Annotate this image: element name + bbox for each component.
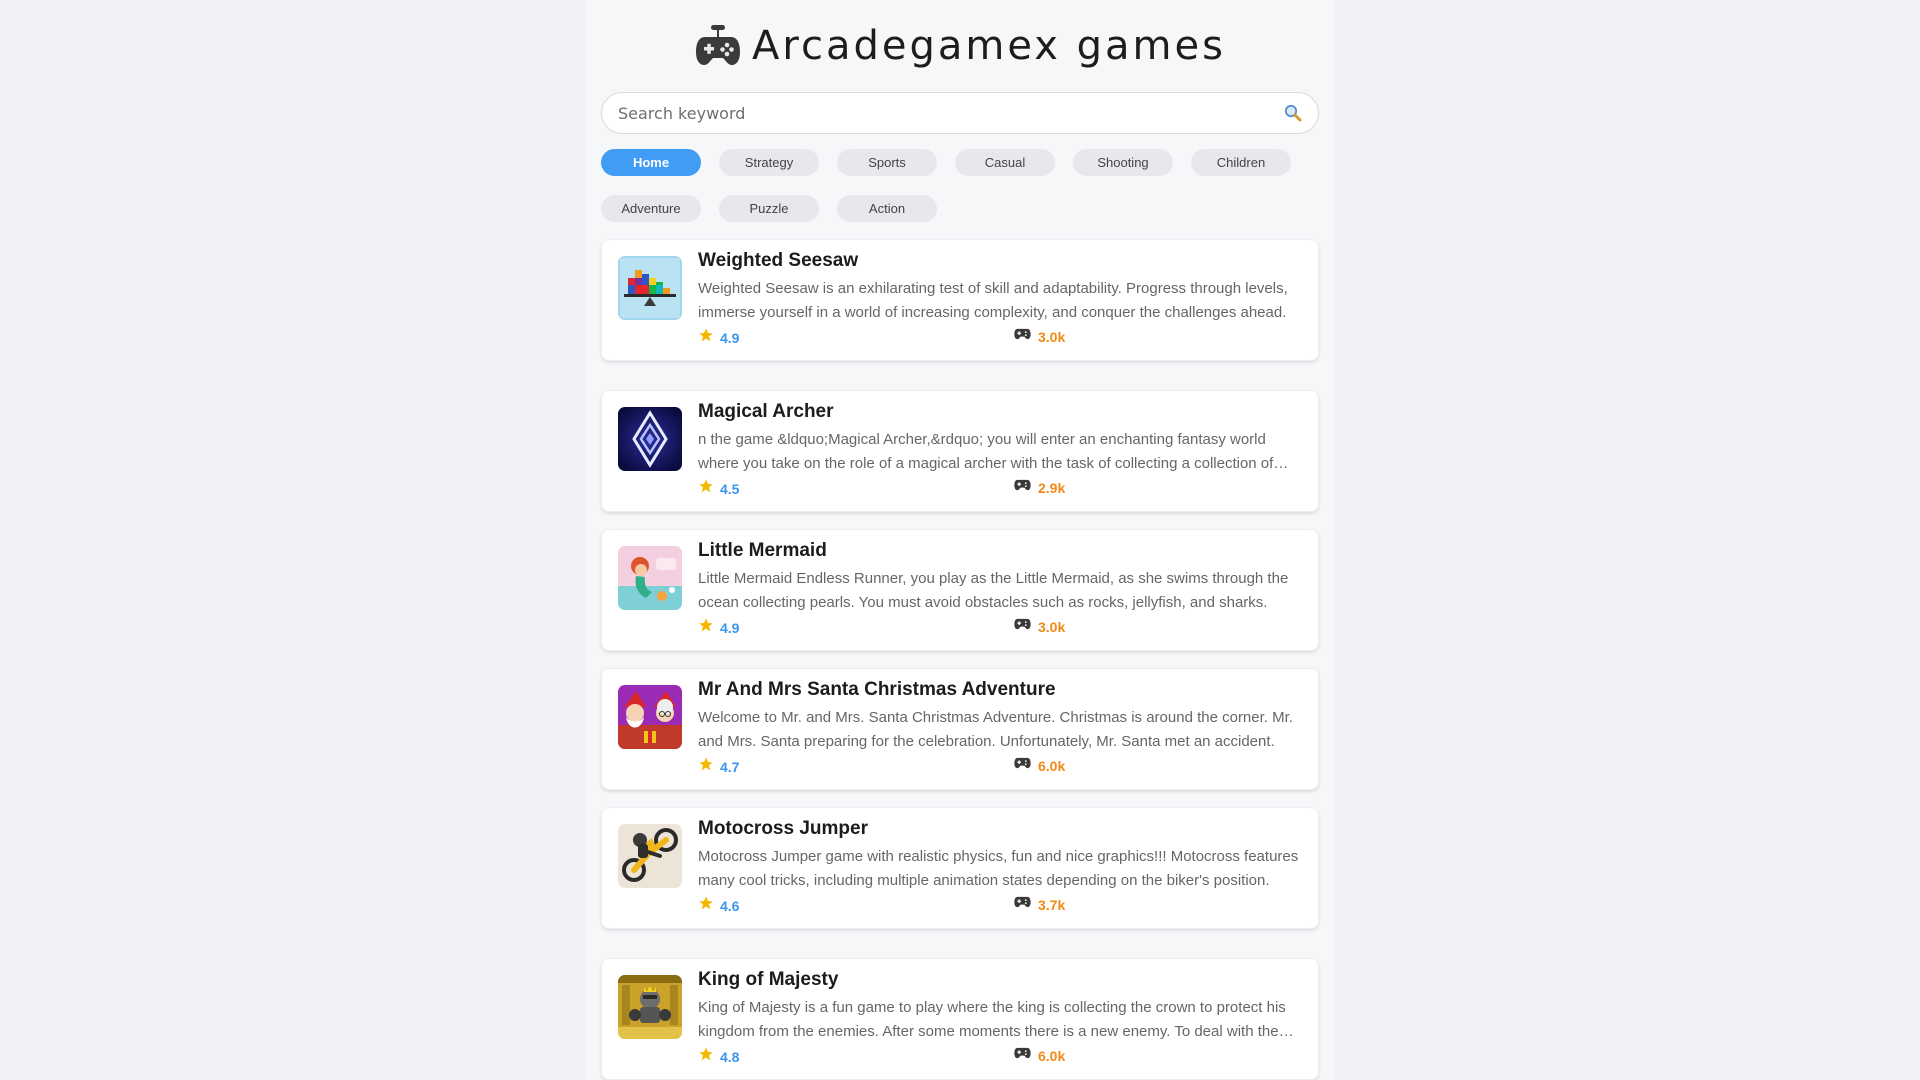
rating-value: 4.9 — [720, 619, 740, 636]
site-title: Arcadegamex games — [752, 23, 1226, 69]
star-icon — [698, 327, 714, 348]
star-icon — [698, 756, 714, 777]
gamepad-icon — [1014, 617, 1031, 636]
tab-shooting[interactable]: Shooting — [1073, 149, 1173, 176]
game-description: King of Majesty is a fun game to play wh… — [698, 999, 1292, 1040]
play-count: 6.0k — [1014, 756, 1065, 775]
star-icon — [698, 895, 714, 916]
gamepad-icon — [1014, 327, 1031, 346]
santa-couple-thumbnail — [618, 685, 682, 749]
rating-value: 4.8 — [720, 1048, 740, 1065]
search-bar — [601, 92, 1319, 134]
game-title[interactable]: Motocross Jumper — [698, 818, 868, 840]
rating: 4.9 — [698, 617, 739, 638]
game-card-motocross-jumper[interactable]: Motocross Jumper Motocross Jumper game w… — [601, 807, 1319, 929]
game-title[interactable]: Little Mermaid — [698, 540, 827, 562]
play-count-value: 3.0k — [1038, 328, 1066, 345]
game-card-weighted-seesaw[interactable]: Weighted Seesaw Weighted Seesaw is an ex… — [601, 239, 1319, 361]
tab-action[interactable]: Action — [837, 195, 937, 222]
game-title[interactable]: Mr And Mrs Santa Christmas Adventure — [698, 679, 1056, 701]
rating: 4.7 — [698, 756, 739, 777]
game-card-magical-archer[interactable]: Magical Archer n the game &ldquo;Magical… — [601, 390, 1319, 512]
play-count-value: 3.7k — [1038, 896, 1066, 913]
page-container: Arcadegamex games Home Strategy Sports C… — [585, 0, 1335, 1080]
game-description: Little Mermaid Endless Runner, you play … — [698, 570, 1289, 611]
motocross-rider-thumbnail — [618, 824, 682, 888]
gamepad-icon — [1014, 756, 1031, 775]
game-title[interactable]: Weighted Seesaw — [698, 250, 858, 272]
mermaid-thumbnail — [618, 546, 682, 610]
star-icon — [698, 617, 714, 638]
rating: 4.9 — [698, 327, 739, 348]
play-count: 3.0k — [1014, 327, 1065, 346]
play-count-value: 6.0k — [1038, 1047, 1066, 1064]
tab-strategy[interactable]: Strategy — [719, 149, 819, 176]
game-card-little-mermaid[interactable]: Little Mermaid Little Mermaid Endless Ru… — [601, 529, 1319, 651]
rating-value: 4.9 — [720, 329, 740, 346]
game-description: Welcome to Mr. and Mrs. Santa Christmas … — [698, 709, 1293, 750]
rating-value: 4.6 — [720, 897, 740, 914]
play-count-value: 2.9k — [1038, 479, 1066, 496]
game-card-king-of-majesty[interactable]: King of Majesty King of Majesty is a fun… — [601, 958, 1319, 1080]
tab-children[interactable]: Children — [1191, 149, 1291, 176]
game-description: n the game &ldquo;Magical Archer,&rdquo;… — [698, 431, 1274, 472]
king-knight-thumbnail — [618, 975, 682, 1039]
play-count: 3.0k — [1014, 617, 1065, 636]
tab-sports[interactable]: Sports — [837, 149, 937, 176]
tab-home[interactable]: Home — [601, 149, 701, 176]
game-title[interactable]: Magical Archer — [698, 401, 834, 423]
game-title[interactable]: King of Majesty — [698, 969, 838, 991]
site-header: Arcadegamex games — [601, 0, 1319, 92]
play-count-value: 6.0k — [1038, 757, 1066, 774]
gamepad-icon — [1014, 1046, 1031, 1065]
gamepad-icon — [694, 22, 742, 70]
search-input[interactable] — [618, 103, 1280, 123]
play-count-value: 3.0k — [1038, 618, 1066, 635]
gamepad-icon — [1014, 895, 1031, 914]
game-description: Motocross Jumper game with realistic phy… — [698, 848, 1299, 889]
tab-casual[interactable]: Casual — [955, 149, 1055, 176]
play-count: 3.7k — [1014, 895, 1065, 914]
seesaw-blocks-thumbnail — [618, 256, 682, 320]
game-card-mr-and-mrs-santa[interactable]: Mr And Mrs Santa Christmas Adventure Wel… — [601, 668, 1319, 790]
game-description: Weighted Seesaw is an exhilarating test … — [698, 280, 1288, 321]
play-count: 6.0k — [1014, 1046, 1065, 1065]
category-tabs: Home Strategy Sports Casual Shooting Chi… — [601, 149, 1319, 222]
diamond-crystal-thumbnail — [618, 407, 682, 471]
gamepad-icon — [1014, 478, 1031, 497]
rating: 4.6 — [698, 895, 739, 916]
star-icon — [698, 478, 714, 499]
rating-value: 4.7 — [720, 758, 740, 775]
play-count: 2.9k — [1014, 478, 1065, 497]
tab-adventure[interactable]: Adventure — [601, 195, 701, 222]
tab-puzzle[interactable]: Puzzle — [719, 195, 819, 222]
rating: 4.5 — [698, 478, 739, 499]
search-icon[interactable] — [1280, 100, 1306, 126]
rating: 4.8 — [698, 1046, 739, 1067]
star-icon — [698, 1046, 714, 1067]
rating-value: 4.5 — [720, 480, 740, 497]
